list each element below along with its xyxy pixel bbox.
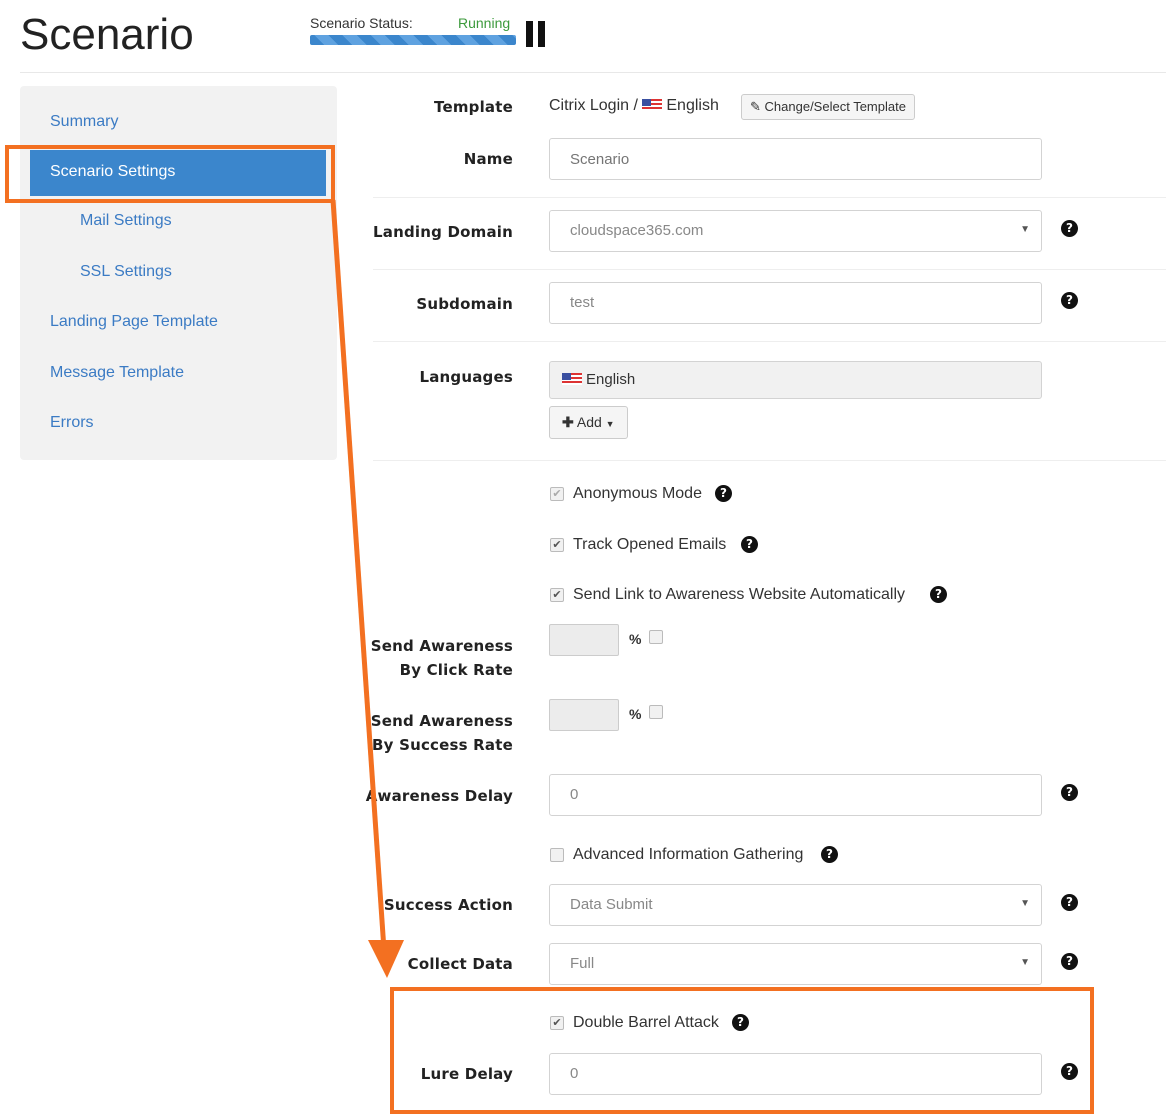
anonymous-mode-checkbox[interactable]: ✔ bbox=[550, 487, 564, 501]
template-label: Template bbox=[434, 98, 513, 116]
advanced-info-label: Advanced Information Gathering bbox=[573, 846, 804, 863]
change-template-label: Change/Select Template bbox=[764, 99, 906, 114]
scenario-status-value: Running bbox=[458, 15, 511, 31]
plus-icon: ✚ bbox=[562, 414, 574, 430]
header-divider bbox=[20, 72, 1166, 73]
success-action-select[interactable]: Data Submit bbox=[549, 884, 1042, 926]
anonymous-mode-label: Anonymous Mode bbox=[573, 485, 702, 502]
help-icon[interactable]: ? bbox=[1061, 292, 1078, 309]
us-flag-icon bbox=[642, 99, 663, 111]
track-opened-emails-checkbox[interactable]: ✔ bbox=[550, 538, 564, 552]
sidebar-nav bbox=[20, 86, 337, 460]
track-opened-emails-label: Track Opened Emails bbox=[573, 536, 727, 553]
awareness-delay-label: Awareness Delay bbox=[365, 787, 513, 805]
click-rate-label-line1: Send Awareness bbox=[370, 637, 513, 655]
us-flag-icon bbox=[562, 373, 582, 385]
name-input[interactable] bbox=[549, 138, 1042, 180]
collect-data-select[interactable]: Full bbox=[549, 943, 1042, 985]
success-rate-label-line2: By Success Rate bbox=[372, 736, 513, 754]
awareness-delay-input[interactable]: 0 bbox=[549, 774, 1042, 816]
sidebar-item-errors[interactable]: Errors bbox=[50, 414, 94, 432]
help-icon[interactable]: ? bbox=[930, 586, 947, 603]
language-tag-english: English bbox=[586, 371, 636, 388]
callout-highlight-new-options bbox=[390, 987, 1094, 1114]
help-icon[interactable]: ? bbox=[741, 536, 758, 553]
sidebar-item-message-template[interactable]: Message Template bbox=[50, 364, 184, 382]
template-name: Citrix Login / bbox=[549, 97, 638, 114]
help-icon[interactable]: ? bbox=[1061, 953, 1078, 970]
template-value: Citrix Login / English bbox=[549, 97, 719, 115]
callout-arrow-line bbox=[330, 199, 387, 951]
help-icon[interactable]: ? bbox=[715, 485, 732, 502]
landing-domain-select[interactable]: cloudspace365.com bbox=[549, 210, 1042, 252]
percent-label: % bbox=[629, 706, 642, 722]
send-link-label: Send Link to Awareness Website Automatic… bbox=[573, 586, 906, 603]
caret-down-icon: ▼ bbox=[605, 419, 615, 429]
status-progress-bar bbox=[310, 35, 516, 45]
click-rate-input[interactable] bbox=[549, 624, 619, 656]
collect-data-label: Collect Data bbox=[407, 955, 513, 973]
success-rate-label-line1: Send Awareness bbox=[370, 712, 513, 730]
advanced-info-checkbox[interactable] bbox=[550, 848, 564, 862]
change-template-button[interactable]: ✎ Change/Select Template bbox=[741, 94, 915, 120]
subdomain-label: Subdomain bbox=[416, 295, 513, 313]
row-divider bbox=[373, 341, 1166, 342]
template-language: English bbox=[666, 97, 719, 114]
success-rate-checkbox[interactable] bbox=[649, 705, 663, 719]
sidebar-item-landing-page-template[interactable]: Landing Page Template bbox=[50, 313, 218, 331]
percent-label: % bbox=[629, 631, 642, 647]
row-divider bbox=[373, 197, 1166, 198]
help-icon[interactable]: ? bbox=[821, 846, 838, 863]
click-rate-label-line2: By Click Rate bbox=[399, 661, 513, 679]
row-divider bbox=[373, 269, 1166, 270]
sidebar-item-summary[interactable]: Summary bbox=[50, 113, 118, 131]
callout-arrow-head bbox=[368, 940, 404, 978]
name-label: Name bbox=[463, 150, 513, 168]
languages-tag-box[interactable]: English bbox=[549, 361, 1042, 399]
row-divider bbox=[373, 460, 1166, 461]
sidebar-item-mail-settings[interactable]: Mail Settings bbox=[80, 212, 172, 230]
add-label: Add bbox=[576, 414, 602, 430]
scenario-status-label: Scenario Status: bbox=[310, 15, 413, 31]
edit-icon: ✎ bbox=[750, 99, 761, 114]
send-link-checkbox[interactable]: ✔ bbox=[550, 588, 564, 602]
languages-label: Languages bbox=[419, 368, 513, 386]
click-rate-checkbox[interactable] bbox=[649, 630, 663, 644]
callout-highlight-sidebar bbox=[5, 145, 335, 203]
help-icon[interactable]: ? bbox=[1061, 784, 1078, 801]
add-language-button[interactable]: ✚ Add ▼ bbox=[549, 406, 628, 439]
sidebar-item-ssl-settings[interactable]: SSL Settings bbox=[80, 263, 172, 281]
success-rate-input[interactable] bbox=[549, 699, 619, 731]
landing-domain-label: Landing Domain bbox=[372, 223, 513, 241]
help-icon[interactable]: ? bbox=[1061, 894, 1078, 911]
subdomain-input[interactable]: test bbox=[549, 282, 1042, 324]
success-action-label: Success Action bbox=[383, 896, 513, 914]
page-title: Scenario bbox=[20, 10, 194, 59]
pause-icon[interactable] bbox=[526, 21, 546, 47]
help-icon[interactable]: ? bbox=[1061, 220, 1078, 237]
